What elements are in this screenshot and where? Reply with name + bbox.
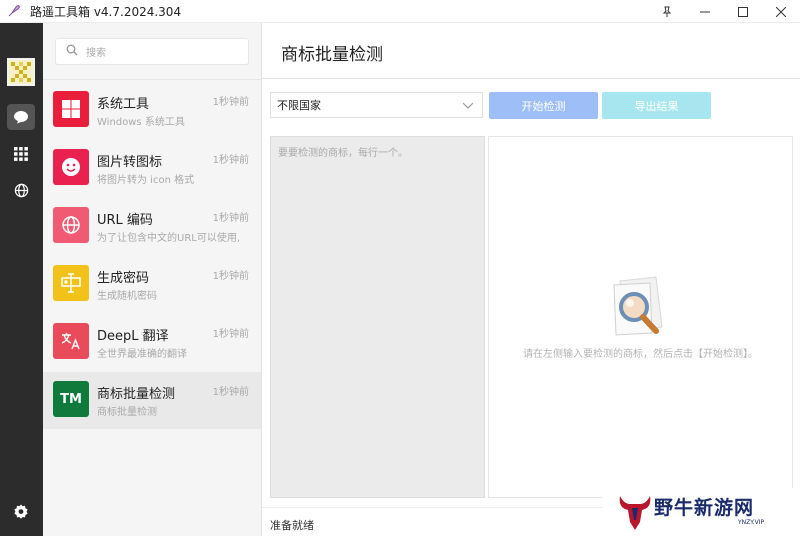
- main-header: 商标批量检测: [262, 23, 800, 79]
- item-subtitle: 全世界最准确的翻译: [97, 349, 187, 360]
- search-icon: [66, 44, 78, 59]
- chevron-down-icon: [462, 100, 474, 113]
- settings-icon[interactable]: [7, 499, 35, 525]
- list-item[interactable]: 系统工具 Windows 系统工具 1秒钟前: [43, 82, 261, 139]
- item-subtitle: 将图片转为 icon 格式: [97, 175, 195, 186]
- maximize-icon[interactable]: [724, 0, 762, 23]
- country-select-value: 不限国家: [277, 99, 321, 112]
- watermark: 野牛新游网 YNZY.VIP: [602, 488, 800, 536]
- item-time: 1秒钟前: [212, 271, 249, 282]
- item-title: 系统工具: [97, 97, 150, 112]
- search-placeholder: 搜索: [86, 48, 106, 59]
- status-text: 准备就绪: [270, 519, 314, 532]
- item-title: URL 编码: [97, 213, 153, 228]
- avatar[interactable]: [7, 58, 35, 86]
- smile-icon: [53, 149, 89, 185]
- windows-icon: [53, 91, 89, 127]
- window-title: 路遥工具箱 v4.7.2024.304: [30, 4, 182, 19]
- item-time: 1秒钟前: [212, 329, 249, 340]
- item-subtitle: 商标批量检测: [97, 407, 157, 418]
- app-rocket-icon: [6, 3, 22, 19]
- pin-icon[interactable]: [648, 0, 686, 23]
- document-search-icon: [606, 275, 676, 344]
- item-time: 1秒钟前: [212, 387, 249, 398]
- globe-icon: [53, 207, 89, 243]
- nav-rail: [0, 23, 43, 536]
- item-subtitle: 为了让包含中文的URL可以使用,: [97, 233, 241, 244]
- list-item[interactable]: URL 编码 为了让包含中文的URL可以使用, 1秒钟前: [43, 198, 261, 255]
- search-input[interactable]: 搜索: [55, 38, 249, 65]
- export-results-button[interactable]: 导出结果: [602, 92, 711, 119]
- list-item[interactable]: DeepL 翻译 全世界最准确的翻译 1秒钟前: [43, 314, 261, 371]
- tm-label: TM: [60, 391, 82, 407]
- item-time: 1秒钟前: [212, 97, 249, 108]
- globe-icon[interactable]: [7, 177, 35, 203]
- item-title: 生成密码: [97, 271, 150, 286]
- minimize-icon[interactable]: [686, 0, 724, 23]
- item-subtitle: Windows 系统工具: [97, 117, 185, 128]
- item-time: 1秒钟前: [212, 213, 249, 224]
- list-item[interactable]: 图片转图标 将图片转为 icon 格式 1秒钟前: [43, 140, 261, 197]
- trademark-icon: TM: [53, 381, 89, 417]
- empty-hint: 请在左侧输入要检测的商标，然后点击【开始检测】。: [523, 349, 758, 360]
- start-check-button[interactable]: 开始检测: [489, 92, 598, 119]
- item-title: DeepL 翻译: [97, 329, 169, 344]
- toolbar: 不限国家 开始检测 导出结果: [262, 79, 800, 124]
- item-time: 1秒钟前: [212, 155, 249, 166]
- tool-list-panel: 搜索 系统工具 Windows 系统工具 1秒钟前 图片转图标 将图片转为 ic…: [43, 23, 262, 536]
- trademark-input-placeholder: 要要检测的商标，每行一个。: [278, 148, 408, 159]
- watermark-subtext: YNZY.VIP: [738, 519, 765, 526]
- bull-logo-icon: [616, 492, 654, 535]
- item-title: 图片转图标: [97, 155, 163, 170]
- chat-icon[interactable]: [7, 104, 35, 130]
- result-panel: 请在左侧输入要检测的商标，然后点击【开始检测】。: [488, 136, 793, 498]
- translate-icon: [53, 323, 89, 359]
- watermark-text: 野牛新游网: [654, 497, 755, 519]
- country-select[interactable]: 不限国家: [270, 92, 483, 118]
- apps-grid-icon[interactable]: [7, 141, 35, 167]
- password-icon: [53, 265, 89, 301]
- divider: [43, 79, 261, 80]
- main-panel: 商标批量检测 不限国家 开始检测 导出结果 要要检测的商标，每行一个。 请在左侧…: [262, 23, 800, 536]
- trademark-input[interactable]: 要要检测的商标，每行一个。: [270, 136, 485, 498]
- list-item[interactable]: 生成密码 生成随机密码 1秒钟前: [43, 256, 261, 313]
- close-icon[interactable]: [762, 0, 800, 23]
- title-bar: 路遥工具箱 v4.7.2024.304: [0, 0, 800, 23]
- page-title: 商标批量检测: [281, 45, 383, 65]
- item-title: 商标批量检测: [97, 387, 176, 402]
- item-subtitle: 生成随机密码: [97, 291, 157, 302]
- list-item[interactable]: TM 商标批量检测 商标批量检测 1秒钟前: [43, 372, 261, 429]
